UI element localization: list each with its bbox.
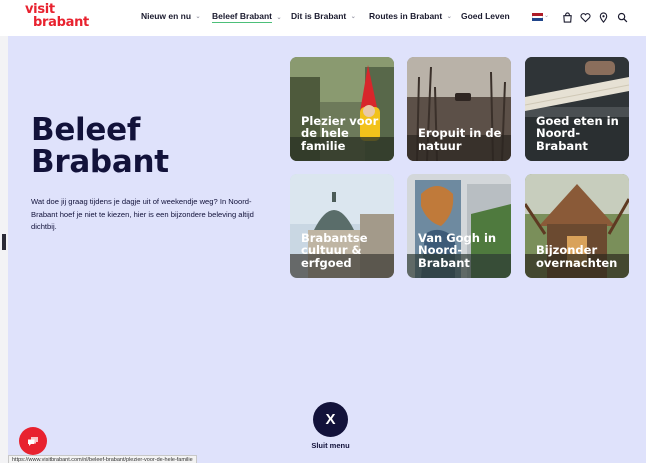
chevron-down-icon: ⌄ xyxy=(276,14,282,21)
nav-item-routes-in-brabant[interactable]: Routes in Brabant ⌄ xyxy=(369,11,454,21)
nav-item-label: Goed Leven xyxy=(461,11,510,21)
language-flag-nl[interactable] xyxy=(532,13,543,22)
location-pin-icon[interactable] xyxy=(597,10,609,24)
chevron-down-icon[interactable]: ⌄ xyxy=(544,12,549,19)
menu-title-line-1: Beleef xyxy=(31,112,141,148)
menu-description: Wat doe jij graag tijdens je dagje uit o… xyxy=(31,197,254,231)
search-icon[interactable] xyxy=(616,10,628,24)
close-menu-button[interactable]: X xyxy=(313,402,348,437)
menu-title-line-2: Brabant xyxy=(31,144,169,180)
nav-item-goed-leven[interactable]: Goed Leven xyxy=(461,11,510,21)
background-page-fragment xyxy=(2,234,6,250)
visit-brabant-logo[interactable]: visit brabant xyxy=(25,3,89,29)
nav-item-nieuw-en-nu[interactable]: Nieuw en nu ⌄ xyxy=(141,11,203,21)
card-plezier-voor-de-hele-familie[interactable]: Plezier voor de hele familie xyxy=(290,57,394,161)
chevron-down-icon: ⌄ xyxy=(446,13,452,20)
shopping-bag-icon[interactable] xyxy=(561,10,573,24)
nav-item-dit-is-brabant[interactable]: Dit is Brabant ⌄ xyxy=(291,11,358,21)
close-menu-label[interactable]: Sluit menu xyxy=(300,441,361,450)
background-page-edge xyxy=(0,36,8,463)
nav-item-label: Beleef Brabant xyxy=(212,11,272,23)
nav-item-label: Nieuw en nu xyxy=(141,11,192,21)
browser-status-url: https://www.visitbrabant.com/nl/beleef-b… xyxy=(8,455,197,463)
site-header: visit brabant Nieuw en nu ⌄ Beleef Braba… xyxy=(0,0,646,36)
card-goed-eten-in-noord-brabant[interactable]: Goed eten in Noord-Brabant xyxy=(525,57,629,161)
nav-item-beleef-brabant[interactable]: Beleef Brabant ⌄ xyxy=(212,11,284,23)
chevron-down-icon: ⌄ xyxy=(350,13,356,20)
card-label: Van Gogh in Noord-Brabant xyxy=(418,230,497,270)
heart-icon[interactable] xyxy=(579,10,591,24)
chevron-down-icon: ⌄ xyxy=(195,13,201,20)
card-label: Bijzonder overnachten xyxy=(536,243,618,270)
logo-line-2: brabant xyxy=(33,15,89,30)
menu-title: Beleef Brabant xyxy=(31,114,169,178)
card-brabantse-cultuur-en-erfgoed[interactable]: Brabantse cultuur & erfgoed xyxy=(290,174,394,278)
card-bijzonder-overnachten[interactable]: Bijzonder overnachten xyxy=(525,174,629,278)
chat-bubble-icon xyxy=(28,436,38,446)
card-label: Eropuit in de natuur xyxy=(418,126,502,153)
card-van-gogh-in-noord-brabant[interactable]: Van Gogh in Noord-Brabant xyxy=(407,174,511,278)
card-eropuit-in-de-natuur[interactable]: Eropuit in de natuur xyxy=(407,57,511,161)
card-label: Brabantse cultuur & erfgoed xyxy=(301,230,368,270)
close-icon: X xyxy=(325,411,336,428)
nav-item-label: Dit is Brabant xyxy=(291,11,347,21)
chat-button[interactable] xyxy=(19,427,47,455)
card-label: Goed eten in Noord-Brabant xyxy=(536,113,619,153)
card-label: Plezier voor de hele familie xyxy=(301,113,379,153)
nav-item-label: Routes in Brabant xyxy=(369,11,443,21)
